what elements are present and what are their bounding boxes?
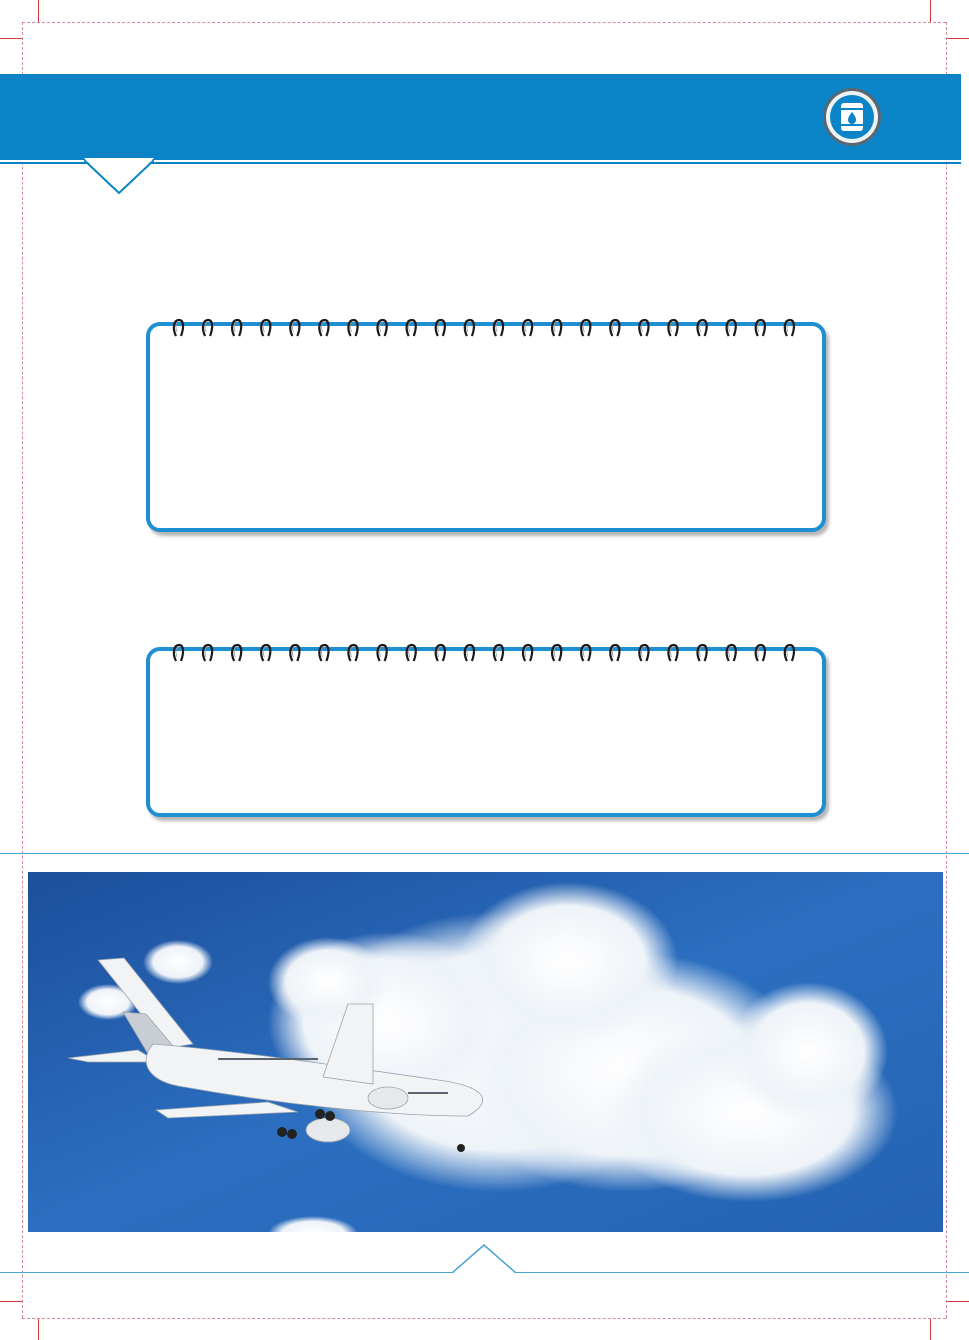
spiral-ring <box>492 318 505 337</box>
spiral-ring <box>376 318 388 337</box>
spiral-ring <box>463 318 476 337</box>
spiral-ring <box>318 643 330 662</box>
spiral-ring <box>201 318 214 337</box>
spiral-ring <box>696 318 708 337</box>
spiral-ring <box>696 643 708 662</box>
crop-mark-top-left-v <box>38 0 39 22</box>
bottom-notch <box>452 1244 516 1274</box>
spiral-ring <box>172 643 185 662</box>
spiral-ring <box>289 318 301 337</box>
crop-mark-bottom-left-h <box>0 1301 22 1302</box>
oil-barrel-icon <box>823 88 881 146</box>
spiral-binding-2 <box>172 643 796 662</box>
trim-line-right <box>946 22 947 1318</box>
spiral-ring <box>667 643 679 662</box>
spiral-ring <box>376 643 388 662</box>
spiral-ring <box>405 643 417 662</box>
spiral-ring <box>492 643 505 662</box>
spiral-ring <box>754 643 766 662</box>
spiral-ring <box>580 318 592 337</box>
spiral-ring <box>260 318 272 337</box>
spiral-ring <box>783 318 796 337</box>
spiral-ring <box>434 643 446 662</box>
spiral-ring <box>230 643 243 662</box>
spiral-ring <box>638 643 650 662</box>
trim-line-top <box>22 22 946 23</box>
spiral-ring <box>463 643 476 662</box>
spiral-ring <box>580 643 592 662</box>
airplane-sky-photo <box>28 872 943 1232</box>
spiral-ring <box>609 318 621 337</box>
spiral-ring <box>289 643 301 662</box>
section-divider <box>0 853 969 854</box>
spiral-ring <box>521 643 534 662</box>
spiral-ring <box>347 643 359 662</box>
spiral-ring <box>725 318 737 337</box>
crop-mark-bottom-right-h <box>947 1301 969 1302</box>
spiral-ring <box>260 643 272 662</box>
spiral-ring <box>550 643 563 662</box>
spiral-ring <box>172 318 185 337</box>
note-card-2 <box>146 647 826 817</box>
spiral-ring <box>230 318 243 337</box>
spiral-ring <box>550 318 563 337</box>
crop-mark-top-right-v <box>930 0 931 22</box>
spiral-ring <box>201 643 214 662</box>
spiral-ring <box>609 643 621 662</box>
crop-mark-bottom-right-v <box>930 1318 931 1340</box>
spiral-ring <box>521 318 534 337</box>
trim-line-bottom <box>22 1318 946 1319</box>
spiral-ring <box>754 318 766 337</box>
crop-mark-top-left-h <box>0 38 22 39</box>
spiral-ring <box>434 318 446 337</box>
header-notch <box>84 158 154 195</box>
note-card-1 <box>146 322 826 532</box>
crop-mark-bottom-left-v <box>38 1318 39 1340</box>
header-band <box>0 74 961 160</box>
spiral-ring <box>667 318 679 337</box>
spiral-ring <box>725 643 737 662</box>
spiral-ring <box>783 643 796 662</box>
trim-line-left <box>22 22 23 1318</box>
spiral-ring <box>638 318 650 337</box>
spiral-ring <box>318 318 330 337</box>
spiral-binding-1 <box>172 318 796 337</box>
spiral-ring <box>347 318 359 337</box>
spiral-ring <box>405 318 417 337</box>
crop-mark-top-right-h <box>947 38 969 39</box>
